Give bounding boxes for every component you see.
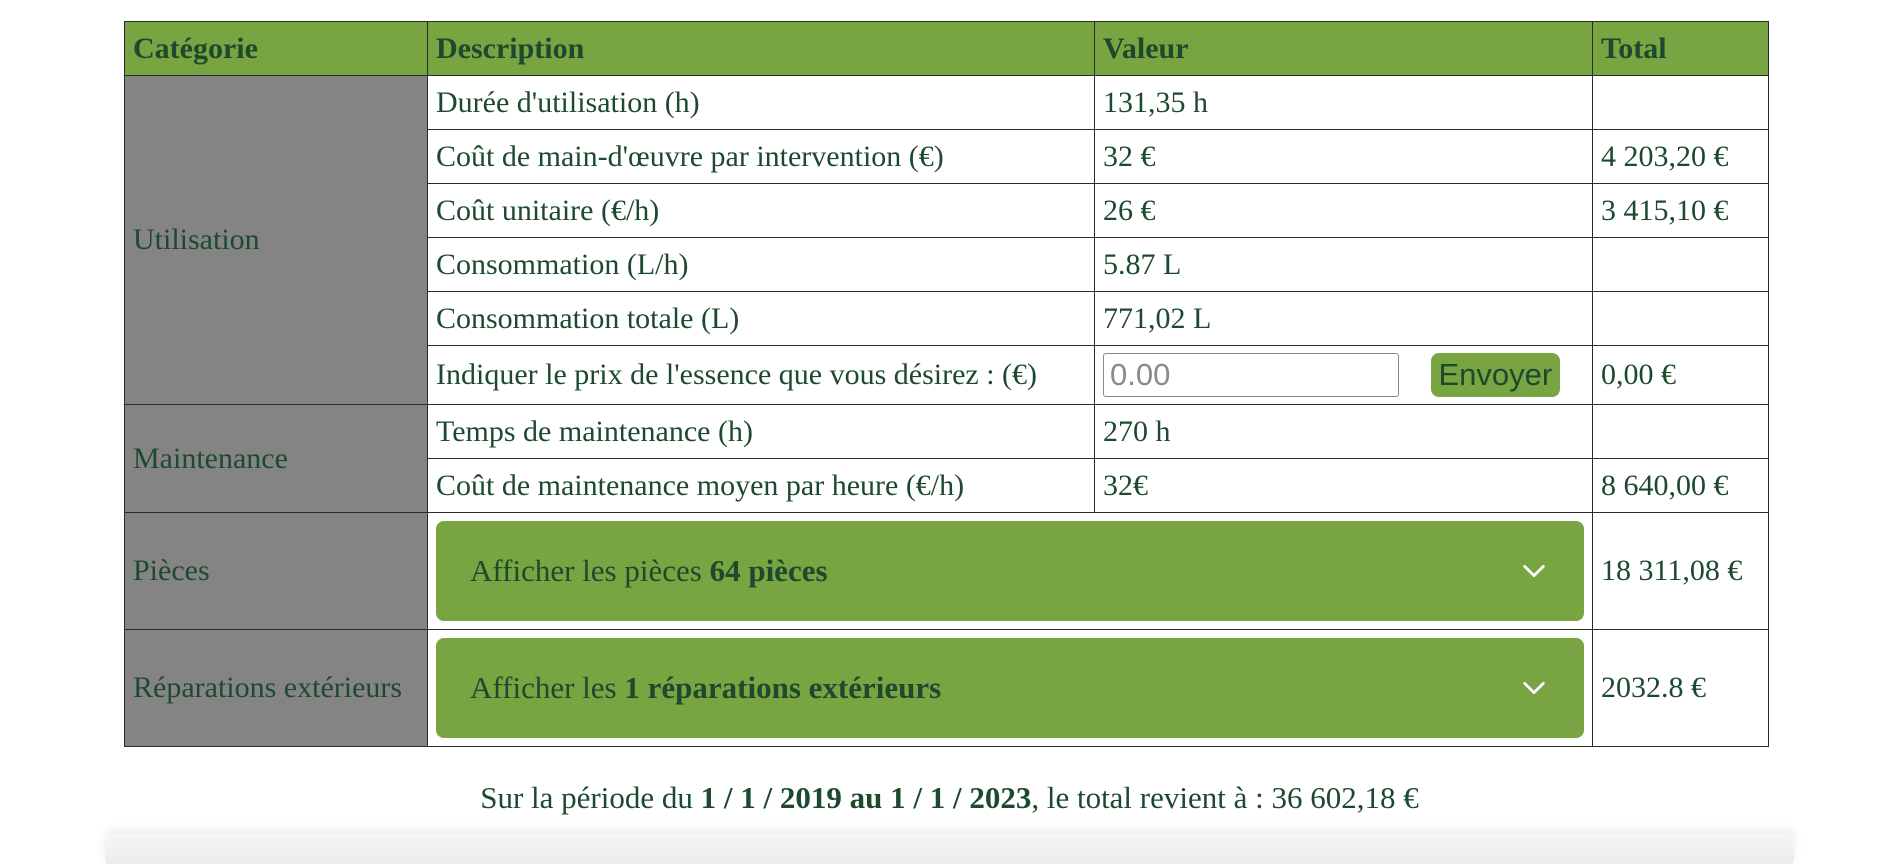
fuel-price-description: Indiquer le prix de l'essence que vous d… [427, 345, 1095, 405]
row-total [1592, 237, 1769, 292]
row-description: Coût de main-d'œuvre par intervention (€… [427, 129, 1095, 184]
category-reparations: Réparations extérieurs [124, 629, 428, 747]
fuel-price-total: 0,00 € [1592, 345, 1769, 405]
pieces-accordion-label: Afficher les pièces 64 pièces [470, 553, 828, 588]
row-description: Consommation (L/h) [427, 237, 1095, 292]
category-pieces: Pièces [124, 512, 428, 630]
reparations-total: 2032.8 € [1592, 629, 1769, 747]
summary-period: 1 / 1 / 2019 au 1 / 1 / 2023 [700, 780, 1032, 815]
category-utilisation: Utilisation [124, 75, 428, 405]
header-total: Total [1592, 21, 1769, 76]
row-value: 26 € [1094, 183, 1593, 238]
row-value: 771,02 L [1094, 291, 1593, 346]
row-value: 32€ [1094, 458, 1593, 513]
row-total [1592, 75, 1769, 130]
reparations-accordion-label: Afficher les 1 réparations extérieurs [470, 670, 942, 705]
row-total: 3 415,10 € [1592, 183, 1769, 238]
reparations-row: Réparations extérieurs Afficher les 1 ré… [124, 629, 1769, 747]
header-value: Valeur [1094, 21, 1593, 76]
row-description: Durée d'utilisation (h) [427, 75, 1095, 130]
row-description: Coût unitaire (€/h) [427, 183, 1095, 238]
pieces-accordion-button[interactable]: Afficher les pièces 64 pièces [436, 521, 1584, 621]
fuel-price-controls: Envoyer [1094, 345, 1593, 405]
category-maintenance: Maintenance [124, 404, 428, 513]
fuel-price-input[interactable] [1103, 353, 1399, 397]
row-total [1592, 404, 1769, 459]
row-total: 8 640,00 € [1592, 458, 1769, 513]
reparations-dropdown-cell: Afficher les 1 réparations extérieurs [427, 629, 1593, 747]
reparations-accordion-button[interactable]: Afficher les 1 réparations extérieurs [436, 638, 1584, 738]
row-description: Consommation totale (L) [427, 291, 1095, 346]
pieces-dropdown-cell: Afficher les pièces 64 pièces [427, 512, 1593, 630]
pieces-row: Pièces Afficher les pièces 64 pièces 18 … [124, 512, 1769, 630]
table-header-row: Catégorie Description Valeur Total [124, 21, 1769, 76]
row-description: Temps de maintenance (h) [427, 404, 1095, 459]
row-description: Coût de maintenance moyen par heure (€/h… [427, 458, 1095, 513]
row-value: 32 € [1094, 129, 1593, 184]
header-description: Description [427, 21, 1095, 76]
table-row: Utilisation Durée d'utilisation (h) 131,… [124, 75, 1769, 405]
chevron-down-icon [1523, 564, 1545, 578]
chevron-down-icon [1523, 681, 1545, 695]
row-total: 4 203,20 € [1592, 129, 1769, 184]
pieces-total: 18 311,08 € [1592, 512, 1769, 630]
row-total [1592, 291, 1769, 346]
row-value: 270 h [1094, 404, 1593, 459]
bottom-panel-edge [105, 834, 1794, 864]
row-value: 131,35 h [1094, 75, 1593, 130]
cost-table: Catégorie Description Valeur Total Utili… [124, 21, 1769, 747]
period-summary: Sur la période du 1 / 1 / 2019 au 1 / 1 … [480, 780, 1419, 815]
row-value: 5.87 L [1094, 237, 1593, 292]
header-category: Catégorie [124, 21, 428, 76]
table-row: Maintenance Temps de maintenance (h) 270… [124, 404, 1769, 513]
send-button[interactable]: Envoyer [1430, 353, 1561, 397]
